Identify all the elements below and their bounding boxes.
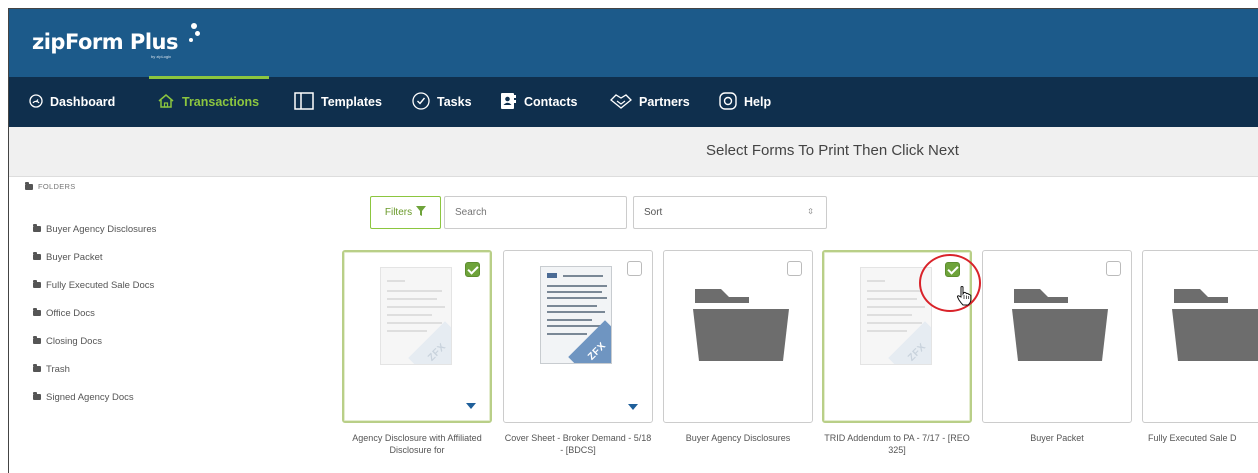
logo-subtext: by zipLogix <box>151 54 172 59</box>
form-thumbnail: ZFX <box>540 266 612 364</box>
nav-label: Help <box>744 95 772 109</box>
folder-item-label: Office Docs <box>46 307 95 319</box>
card-label: Fully Executed Sale D <box>1148 433 1237 443</box>
card-checkbox[interactable] <box>1106 261 1121 276</box>
folder-icon <box>33 336 41 344</box>
folder-card[interactable] <box>663 250 813 423</box>
nav-label: Dashboard <box>50 95 116 109</box>
form-thumbnail: ZFX <box>380 267 452 365</box>
nav-label: Contacts <box>524 95 578 109</box>
folders-heading-label: FOLDERS <box>38 182 76 191</box>
brand-bar: zipForm Plus by zipLogix <box>9 9 1258 77</box>
folder-icon <box>1172 289 1258 361</box>
form-card[interactable]: ZFX <box>503 250 653 423</box>
folder-item[interactable]: Trash <box>33 355 156 383</box>
folder-item-label: Closing Docs <box>46 335 102 347</box>
folder-item-label: Signed Agency Docs <box>46 391 134 403</box>
folder-icon <box>1012 289 1108 361</box>
folder-list: Buyer Agency Disclosures Buyer Packet Fu… <box>33 215 156 411</box>
dashboard-icon <box>29 93 43 111</box>
card-checkbox[interactable] <box>627 261 642 276</box>
folder-item[interactable]: Signed Agency Docs <box>33 383 156 411</box>
folder-item[interactable]: Buyer Packet <box>33 243 156 271</box>
folder-item-label: Fully Executed Sale Docs <box>46 279 155 291</box>
card-label: Agency Disclosure with Affiliated Disclo… <box>352 433 482 455</box>
folder-item-label: Buyer Packet <box>46 251 103 263</box>
filters-button-label: Filters <box>384 207 413 218</box>
card-label: Buyer Packet <box>1030 433 1084 443</box>
main-nav: Dashboard Transactions Templates Tasks C… <box>9 76 1258 127</box>
card-label: Buyer Agency Disclosures <box>685 433 791 443</box>
sort-caret-icon: ⇳ <box>807 207 814 216</box>
folder-card[interactable] <box>982 250 1132 423</box>
folder-icon <box>33 224 41 232</box>
hand-cursor-icon <box>956 286 972 306</box>
nav-label: Tasks <box>437 95 472 109</box>
search-input[interactable] <box>444 196 627 229</box>
folder-icon <box>33 308 41 316</box>
home-icon <box>157 93 175 112</box>
handshake-icon <box>610 93 632 112</box>
logo-dots-icon <box>187 23 201 49</box>
nav-dashboard[interactable]: Dashboard <box>29 77 115 127</box>
card-dropdown-icon[interactable] <box>466 403 476 409</box>
folder-item-label: Trash <box>46 363 70 375</box>
nav-label: Transactions <box>182 95 260 109</box>
page-header: Select Forms To Print Then Click Next <box>9 127 1258 177</box>
filter-icon <box>416 206 427 219</box>
folder-item[interactable]: Fully Executed Sale Docs <box>33 271 156 299</box>
form-card[interactable]: ZFX <box>342 250 492 423</box>
templates-icon <box>294 91 314 113</box>
folder-icon <box>25 181 33 190</box>
card-dropdown-icon[interactable] <box>628 404 638 410</box>
folder-icon <box>693 289 789 361</box>
check-circle-icon <box>412 91 430 113</box>
nav-help[interactable]: Help <box>719 77 771 127</box>
folder-item[interactable]: Closing Docs <box>33 327 156 355</box>
card-label: TRID Addendum to PA - 7/17 - [REO 325] <box>824 433 970 455</box>
card-checkbox[interactable] <box>465 262 480 277</box>
contacts-icon <box>499 92 517 113</box>
card-checkbox[interactable] <box>787 261 802 276</box>
nav-contacts[interactable]: Contacts <box>499 77 577 127</box>
folder-icon <box>33 364 41 372</box>
folder-item[interactable]: Office Docs <box>33 299 156 327</box>
page-title: Select Forms To Print Then Click Next <box>706 142 959 159</box>
nav-partners[interactable]: Partners <box>610 77 690 127</box>
app-window: zipForm Plus by zipLogix Dashboard Trans… <box>8 8 1258 473</box>
folder-item-label: Buyer Agency Disclosures <box>46 223 157 235</box>
folder-icon <box>33 392 41 400</box>
folders-heading: FOLDERS <box>25 181 76 191</box>
nav-transactions[interactable]: Transactions <box>148 76 270 127</box>
filters-button[interactable]: Filters <box>370 196 441 229</box>
folder-icon <box>33 280 41 288</box>
nav-tasks[interactable]: Tasks <box>412 77 472 127</box>
folder-item[interactable]: Buyer Agency Disclosures <box>33 215 156 243</box>
folder-card[interactable] <box>1142 250 1258 423</box>
nav-label: Templates <box>321 95 382 109</box>
app-logo[interactable]: zipForm Plus <box>32 30 178 54</box>
card-label: Cover Sheet - Broker Demand - 5/18 - [BD… <box>504 433 652 455</box>
folder-icon <box>33 252 41 260</box>
help-icon <box>719 91 737 113</box>
nav-label: Partners <box>639 95 690 109</box>
sort-select-label: Sort <box>644 207 663 218</box>
sort-select[interactable]: Sort ⇳ <box>633 196 827 229</box>
nav-templates[interactable]: Templates <box>294 77 382 127</box>
